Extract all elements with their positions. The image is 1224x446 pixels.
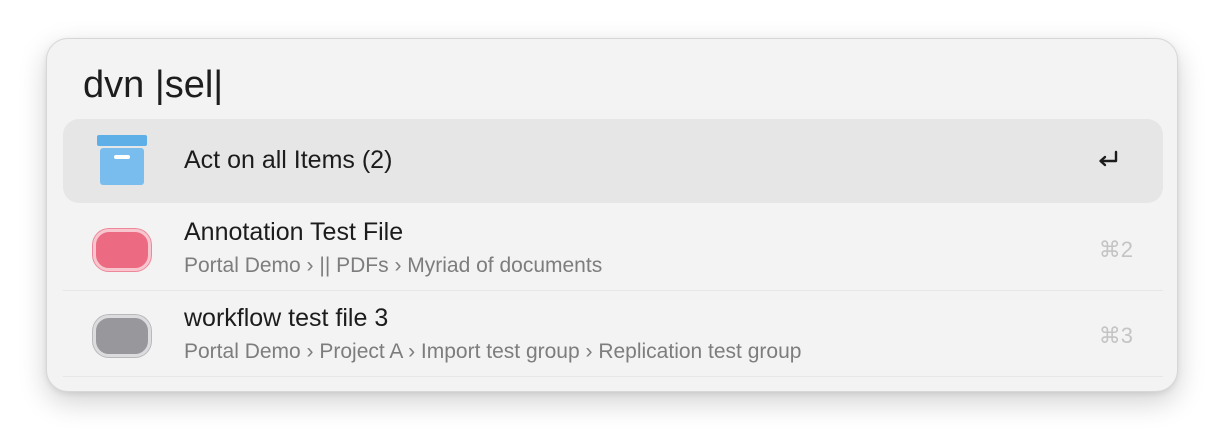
result-row-annotation-test-file[interactable]: Annotation Test File Portal Demo › || PD…	[63, 209, 1163, 291]
result-row-act-on-all[interactable]: Act on all Items (2)	[63, 119, 1163, 203]
result-path: Portal Demo › || PDFs › Myriad of docume…	[184, 254, 603, 277]
result-row-workflow-test-file-3[interactable]: workflow test file 3 Portal Demo › Proje…	[63, 295, 1163, 377]
shortcut-hint: ⌘2	[1098, 237, 1133, 262]
red-pill-icon	[93, 229, 151, 271]
archive-box-icon	[97, 135, 147, 185]
result-title: Act on all Items (2)	[184, 146, 393, 174]
result-path: Portal Demo › Project A › Import test gr…	[184, 340, 802, 363]
return-key-icon	[1099, 150, 1118, 167]
gray-pill-icon	[93, 315, 151, 357]
launcher-panel: dvn |sel| Act on all Items (2) Annotatio…	[46, 38, 1178, 392]
result-title: workflow test file 3	[184, 304, 389, 332]
search-query-input[interactable]: dvn |sel|	[83, 59, 223, 111]
result-title: Annotation Test File	[184, 218, 404, 246]
shortcut-hint: ⌘3	[1098, 323, 1133, 348]
